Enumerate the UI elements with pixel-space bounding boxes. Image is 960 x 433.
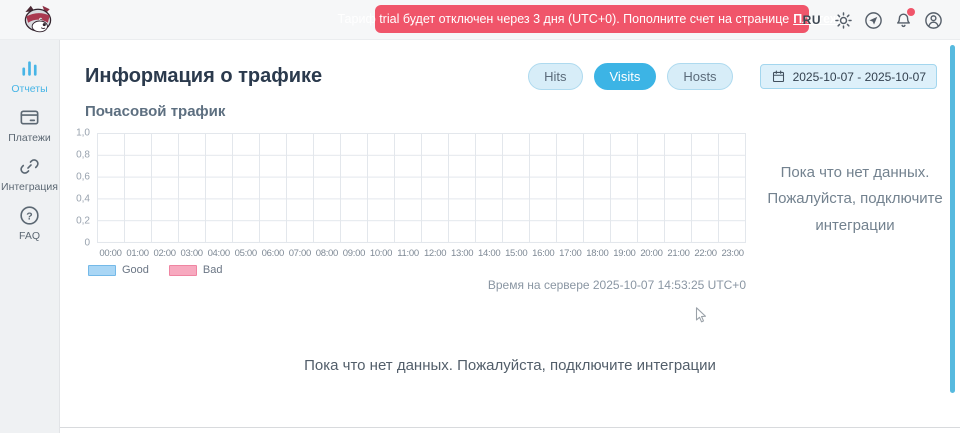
tab-hosts[interactable]: Hosts	[667, 63, 732, 90]
y-tick-label: 0,6	[76, 172, 90, 183]
legend-item-bad[interactable]: Bad	[169, 264, 223, 276]
legend-item-good[interactable]: Good	[88, 264, 149, 276]
x-tick-label: 02:00	[151, 248, 178, 259]
scrollbar-thumb[interactable]	[950, 45, 955, 393]
chart-legend: Good Bad	[88, 264, 223, 276]
x-tick-label: 10:00	[367, 248, 394, 259]
trial-banner: Тариф trial будет отключен через 3 дня (…	[375, 5, 809, 33]
date-range-picker[interactable]: 2025-10-07 - 2025-10-07	[760, 64, 937, 89]
telegram-icon[interactable]	[863, 10, 884, 31]
chart-title: Почасовой трафик	[85, 103, 225, 120]
trial-banner-text: Тариф trial будет отключен через 3 дня (…	[337, 12, 789, 26]
payments-card-icon	[18, 106, 41, 129]
y-tick-label: 0,2	[76, 216, 90, 227]
server-time-label: Время на сервере 2025-10-07 14:53:25 UTC…	[97, 278, 746, 292]
notification-dot	[907, 8, 915, 16]
sidebar-item-label: Отчеты	[11, 83, 47, 95]
legend-swatch	[88, 265, 116, 276]
x-tick-label: 09:00	[340, 248, 367, 259]
x-tick-label: 00:00	[97, 248, 124, 259]
y-axis: 1,00,80,60,40,20	[62, 133, 93, 243]
x-tick-label: 19:00	[611, 248, 638, 259]
title-row: Информация о трафике Hits Visits Hosts 2…	[85, 63, 937, 90]
x-tick-label: 18:00	[584, 248, 611, 259]
bar-chart-icon	[18, 57, 41, 80]
x-tick-label: 11:00	[395, 248, 422, 259]
sidebar-item-payments[interactable]: Платежи	[0, 106, 59, 144]
x-tick-label: 22:00	[692, 248, 719, 259]
sidebar-item-label: FAQ	[19, 230, 40, 242]
sidebar-item-label: Платежи	[8, 132, 51, 144]
no-data-side-message: Пока что нет данных. Пожалуйста, подключ…	[750, 160, 960, 239]
header-actions: RU	[803, 0, 944, 40]
integration-link-icon	[18, 155, 41, 178]
y-tick-label: 0,8	[76, 150, 90, 161]
page-title: Информация о трафике	[85, 65, 322, 88]
legend-label: Good	[122, 264, 149, 276]
tab-hits[interactable]: Hits	[528, 63, 582, 90]
sidebar-item-reports[interactable]: Отчеты	[0, 57, 59, 95]
tab-visits[interactable]: Visits	[594, 63, 657, 90]
theme-sun-icon[interactable]	[833, 10, 854, 31]
x-tick-label: 06:00	[259, 248, 286, 259]
y-tick-label: 0,4	[76, 194, 90, 205]
x-tick-label: 14:00	[476, 248, 503, 259]
notifications-bell-icon[interactable]	[893, 10, 914, 31]
date-range-value: 2025-10-07 - 2025-10-07	[793, 70, 926, 84]
x-tick-label: 12:00	[422, 248, 449, 259]
main-content: Информация о трафике Hits Visits Hosts 2…	[60, 40, 960, 433]
hourly-traffic-chart-grid	[97, 133, 746, 243]
x-tick-label: 15:00	[503, 248, 530, 259]
app-window: Тариф trial будет отключен через 3 дня (…	[0, 0, 960, 433]
x-tick-label: 13:00	[449, 248, 476, 259]
sidebar-item-faq[interactable]: ? FAQ	[0, 204, 59, 242]
faq-question-icon: ?	[18, 204, 41, 227]
sidebar-item-label: Интеграция	[1, 181, 58, 193]
x-tick-label: 04:00	[205, 248, 232, 259]
sidebar: Отчеты Платежи Интеграция ? FAQ	[0, 40, 60, 433]
legend-label: Bad	[203, 264, 223, 276]
top-header: Тариф trial будет отключен через 3 дня (…	[0, 0, 960, 40]
calendar-icon	[771, 69, 786, 84]
account-icon[interactable]	[923, 10, 944, 31]
x-tick-label: 03:00	[178, 248, 205, 259]
x-tick-label: 07:00	[286, 248, 313, 259]
footer-divider	[60, 427, 960, 428]
sidebar-item-integration[interactable]: Интеграция	[0, 155, 59, 193]
x-tick-label: 21:00	[665, 248, 692, 259]
y-tick-label: 1,0	[76, 128, 90, 139]
x-axis: 00:0001:0002:0003:0004:0005:0006:0007:00…	[97, 248, 746, 259]
y-tick-label: 0	[84, 238, 90, 249]
x-tick-label: 17:00	[557, 248, 584, 259]
no-data-bottom-message: Пока что нет данных. Пожалуйста, подключ…	[60, 357, 960, 374]
raccoon-logo[interactable]	[20, 3, 56, 37]
x-tick-label: 05:00	[232, 248, 259, 259]
svg-text:?: ?	[26, 210, 32, 222]
language-selector[interactable]: RU	[803, 13, 821, 27]
x-tick-label: 01:00	[124, 248, 151, 259]
traffic-tabs: Hits Visits Hosts	[528, 63, 732, 90]
x-tick-label: 20:00	[638, 248, 665, 259]
x-tick-label: 23:00	[719, 248, 746, 259]
x-tick-label: 16:00	[530, 248, 557, 259]
x-tick-label: 08:00	[313, 248, 340, 259]
legend-swatch	[169, 265, 197, 276]
